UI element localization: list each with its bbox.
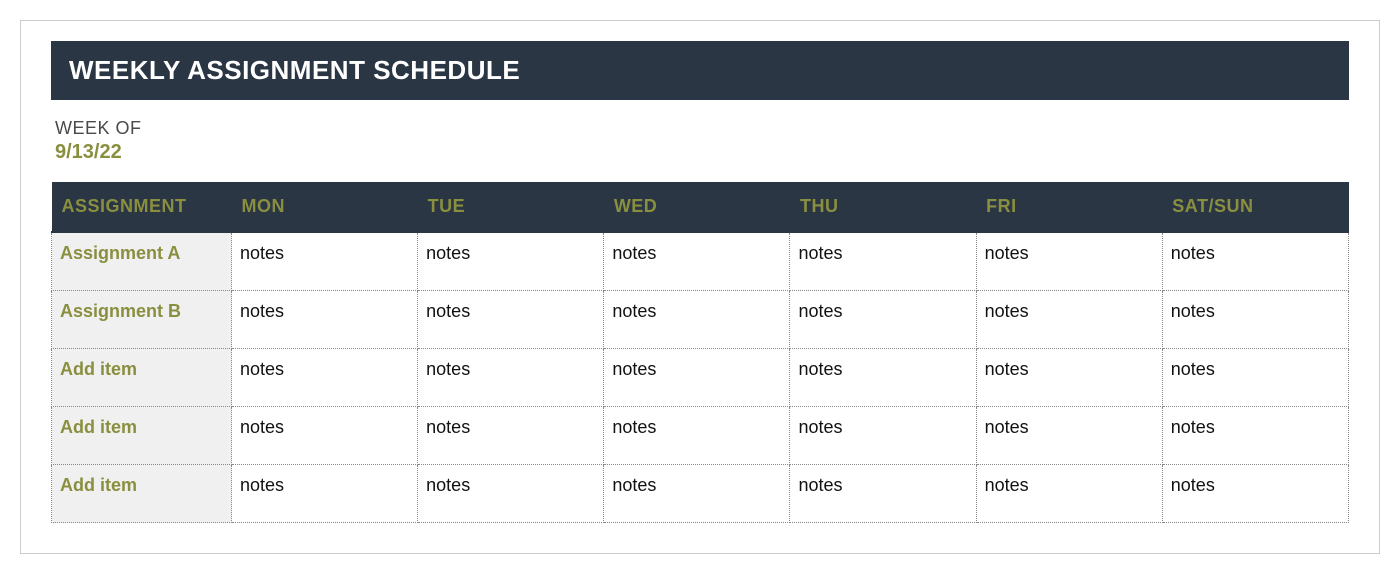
notes-cell[interactable]: notes — [232, 232, 418, 291]
notes-cell[interactable]: notes — [1162, 407, 1348, 465]
notes-cell[interactable]: notes — [418, 232, 604, 291]
col-mon: MON — [232, 182, 418, 232]
week-of-date[interactable]: 9/13/22 — [55, 141, 1349, 164]
notes-cell[interactable]: notes — [232, 407, 418, 465]
notes-cell[interactable]: notes — [604, 465, 790, 523]
notes-cell[interactable]: notes — [604, 291, 790, 349]
col-thu: THU — [790, 182, 976, 232]
table-row: Add item notes notes notes notes notes n… — [52, 465, 1349, 523]
table-row: Assignment B notes notes notes notes not… — [52, 291, 1349, 349]
notes-cell[interactable]: notes — [604, 349, 790, 407]
assignment-name-cell[interactable]: Add item — [52, 349, 232, 407]
schedule-table: ASSIGNMENT MON TUE WED THU FRI SAT/SUN A… — [51, 182, 1349, 523]
notes-cell[interactable]: notes — [1162, 291, 1348, 349]
notes-cell[interactable]: notes — [232, 291, 418, 349]
notes-cell[interactable]: notes — [976, 232, 1162, 291]
col-fri: FRI — [976, 182, 1162, 232]
week-of-block: WEEK OF 9/13/22 — [55, 118, 1349, 164]
notes-cell[interactable]: notes — [1162, 349, 1348, 407]
week-of-label: WEEK OF — [55, 118, 1349, 139]
page-title: WEEKLY ASSIGNMENT SCHEDULE — [51, 41, 1349, 100]
notes-cell[interactable]: notes — [418, 407, 604, 465]
notes-cell[interactable]: notes — [232, 349, 418, 407]
col-assignment: ASSIGNMENT — [52, 182, 232, 232]
notes-cell[interactable]: notes — [1162, 465, 1348, 523]
table-header-row: ASSIGNMENT MON TUE WED THU FRI SAT/SUN — [52, 182, 1349, 232]
col-wed: WED — [604, 182, 790, 232]
notes-cell[interactable]: notes — [976, 465, 1162, 523]
document-container: WEEKLY ASSIGNMENT SCHEDULE WEEK OF 9/13/… — [20, 20, 1380, 554]
notes-cell[interactable]: notes — [604, 232, 790, 291]
notes-cell[interactable]: notes — [976, 407, 1162, 465]
assignment-name-cell[interactable]: Add item — [52, 407, 232, 465]
notes-cell[interactable]: notes — [790, 349, 976, 407]
notes-cell[interactable]: notes — [976, 349, 1162, 407]
notes-cell[interactable]: notes — [418, 465, 604, 523]
notes-cell[interactable]: notes — [1162, 232, 1348, 291]
notes-cell[interactable]: notes — [418, 349, 604, 407]
notes-cell[interactable]: notes — [790, 465, 976, 523]
notes-cell[interactable]: notes — [790, 232, 976, 291]
notes-cell[interactable]: notes — [604, 407, 790, 465]
notes-cell[interactable]: notes — [790, 407, 976, 465]
notes-cell[interactable]: notes — [790, 291, 976, 349]
assignment-name-cell[interactable]: Add item — [52, 465, 232, 523]
notes-cell[interactable]: notes — [232, 465, 418, 523]
notes-cell[interactable]: notes — [418, 291, 604, 349]
table-row: Assignment A notes notes notes notes not… — [52, 232, 1349, 291]
assignment-name-cell[interactable]: Assignment A — [52, 232, 232, 291]
assignment-name-cell[interactable]: Assignment B — [52, 291, 232, 349]
col-tue: TUE — [418, 182, 604, 232]
notes-cell[interactable]: notes — [976, 291, 1162, 349]
col-satsun: SAT/SUN — [1162, 182, 1348, 232]
table-row: Add item notes notes notes notes notes n… — [52, 349, 1349, 407]
table-row: Add item notes notes notes notes notes n… — [52, 407, 1349, 465]
